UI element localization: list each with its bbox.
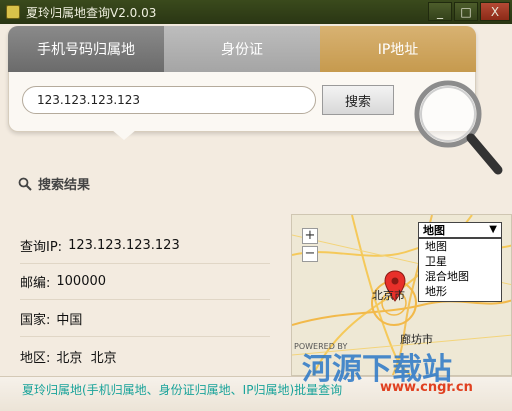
- tab-bar: 手机号码归属地 身份证 IP地址: [8, 26, 476, 72]
- map-option-satellite[interactable]: 卫星: [419, 254, 501, 269]
- minimize-button[interactable]: _: [428, 2, 452, 21]
- result-row-region: 地区: 北京 北京: [20, 338, 270, 374]
- result-label: 国家:: [20, 313, 51, 328]
- tab-mobile[interactable]: 手机号码归属地: [8, 26, 164, 72]
- result-value: 100000: [56, 274, 107, 289]
- result-value: 123.123.123.123: [68, 238, 180, 253]
- zoom-out-button[interactable]: −: [302, 246, 318, 262]
- magnifier-icon: [414, 80, 503, 175]
- zoom-in-button[interactable]: +: [302, 228, 318, 244]
- search-input[interactable]: [22, 86, 316, 114]
- result-label: 地区:: [20, 350, 51, 366]
- map-option-hybrid[interactable]: 混合地图: [419, 269, 501, 284]
- results-heading: 搜索结果: [18, 174, 90, 193]
- results-heading-label: 搜索结果: [38, 178, 91, 193]
- result-label: 邮编:: [20, 276, 51, 291]
- map-option-map[interactable]: 地图: [419, 239, 501, 254]
- app-icon: [6, 5, 20, 19]
- city-beijing-label: 北京市: [372, 289, 405, 302]
- maximize-button[interactable]: □: [454, 2, 478, 21]
- tab-id-card[interactable]: 身份证: [164, 26, 320, 72]
- tab-ip[interactable]: IP地址: [320, 26, 476, 72]
- panel-pointer: [112, 130, 136, 140]
- map-option-terrain[interactable]: 地形: [419, 284, 501, 299]
- close-button[interactable]: X: [480, 2, 510, 21]
- map-type-selected: 地图: [423, 224, 445, 237]
- result-value: 中国: [56, 313, 83, 328]
- chevron-down-icon: ▼: [489, 224, 497, 235]
- result-row-ip: 查询IP: 123.123.123.123: [20, 228, 270, 264]
- footer-text: 夏玲归属地(手机归属地、身份证归属地、IP归属地)批量查询: [22, 383, 343, 397]
- search-icon: [18, 177, 32, 191]
- result-row-postcode: 邮编: 100000: [20, 264, 270, 300]
- result-row-country: 国家: 中国: [20, 301, 270, 337]
- window-title: 夏玲归属地查询V2.0.03: [26, 5, 157, 20]
- title-bar: 夏玲归属地查询V2.0.03 _ □ X: [0, 0, 512, 24]
- search-button[interactable]: 搜索: [322, 85, 394, 115]
- window-controls: _ □ X: [428, 2, 510, 21]
- map-type-options: 地图 卫星 混合地图 地形: [418, 238, 502, 302]
- map-type-select[interactable]: 地图 ▼: [418, 222, 502, 238]
- watermark-url: www.cngr.cn: [380, 380, 473, 395]
- result-label: 查询IP:: [20, 240, 63, 255]
- result-value: 北京 北京: [56, 350, 117, 366]
